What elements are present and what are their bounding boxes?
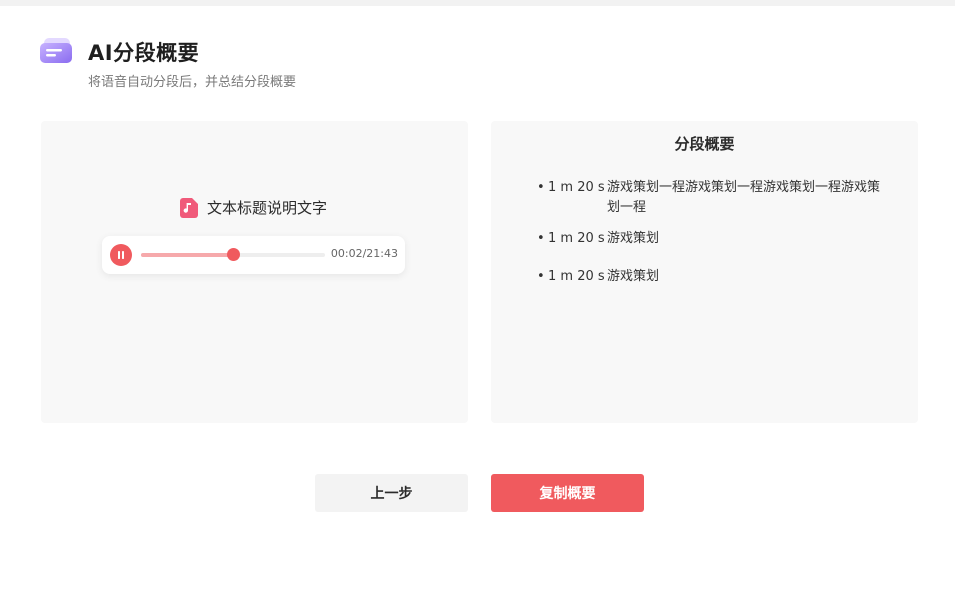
summary-text: 游戏策划 [607, 269, 660, 284]
ai-summary-page: AI分段概要 将语音自动分段后，并总结分段概要 文本标题说明文字 00:02/2… [0, 0, 955, 595]
summary-panel: 分段概要 • 1 m 20 s 游戏策划一程游戏策划一程游戏策划一程游戏策划一程… [491, 121, 918, 423]
audio-title-row: 文本标题说明文字 [180, 197, 327, 218]
audio-panel: 文本标题说明文字 00:02/21:43 [41, 121, 468, 423]
bullet: • [537, 269, 545, 284]
summary-item: • 1 m 20 s 游戏策划一程游戏策划一程游戏策划一程游戏策划一程 [537, 178, 887, 218]
audio-title: 文本标题说明文字 [207, 199, 328, 217]
summary-heading: 分段概要 [674, 135, 735, 153]
playback-time: 00:02/21:43 [330, 247, 398, 260]
timestamp: 1 m 20 s [548, 231, 605, 246]
summary-item: • 1 m 20 s 游戏策划 [537, 267, 887, 287]
pause-icon [118, 251, 124, 259]
summary-list: • 1 m 20 s 游戏策划一程游戏策划一程游戏策划一程游戏策划一程 • 1 … [537, 178, 887, 298]
summary-item: • 1 m 20 s 游戏策划 [537, 229, 887, 249]
timestamp: 1 m 20 s [548, 269, 605, 284]
bullet: • [537, 180, 545, 195]
pause-button[interactable] [110, 244, 132, 266]
summary-text: 游戏策划 [607, 231, 660, 246]
music-file-icon [180, 197, 198, 218]
summary-text: 游戏策划一程游戏策划一程游戏策划一程游戏策划一程 [607, 180, 881, 215]
layers-logo-icon [40, 38, 72, 63]
progress-track[interactable] [141, 248, 325, 261]
progress-handle[interactable] [227, 248, 240, 261]
top-strip [0, 0, 955, 6]
bullet: • [537, 231, 545, 246]
copy-summary-button[interactable]: 复制概要 [491, 474, 644, 512]
page-subtitle: 将语音自动分段后，并总结分段概要 [88, 75, 297, 90]
audio-player: 00:02/21:43 [102, 236, 405, 274]
previous-step-button[interactable]: 上一步 [315, 474, 468, 512]
timestamp: 1 m 20 s [548, 180, 605, 195]
page-title: AI分段概要 [88, 41, 200, 65]
progress-fill [141, 253, 233, 257]
